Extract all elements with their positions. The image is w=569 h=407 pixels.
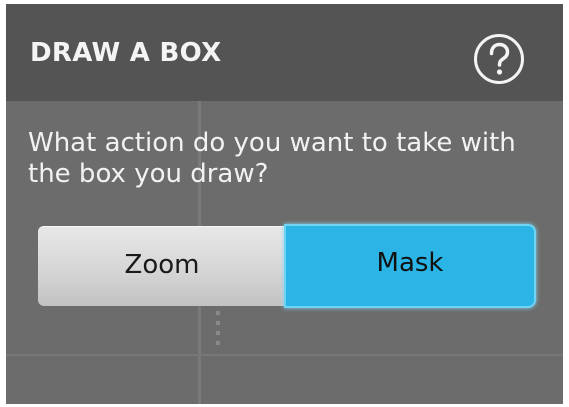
dialog-prompt: What action do you want to take with the… [28,128,516,189]
dialog-title: DRAW A BOX [30,38,222,68]
background-grid-line [6,354,563,356]
zoom-option-button[interactable]: Zoom [38,226,286,306]
dialog-header: DRAW A BOX [6,4,563,101]
mask-option-label: Mask [376,248,444,278]
draw-a-box-dialog: DRAW A BOX What action do you want to ta… [6,4,563,404]
action-segmented-control: Zoom Mask [38,224,538,310]
background-dotted-marker [216,311,220,351]
question-mark-circle-icon [474,34,524,84]
zoom-option-label: Zoom [124,250,200,280]
mask-option-button[interactable]: Mask [284,224,536,308]
help-button[interactable] [472,32,526,86]
